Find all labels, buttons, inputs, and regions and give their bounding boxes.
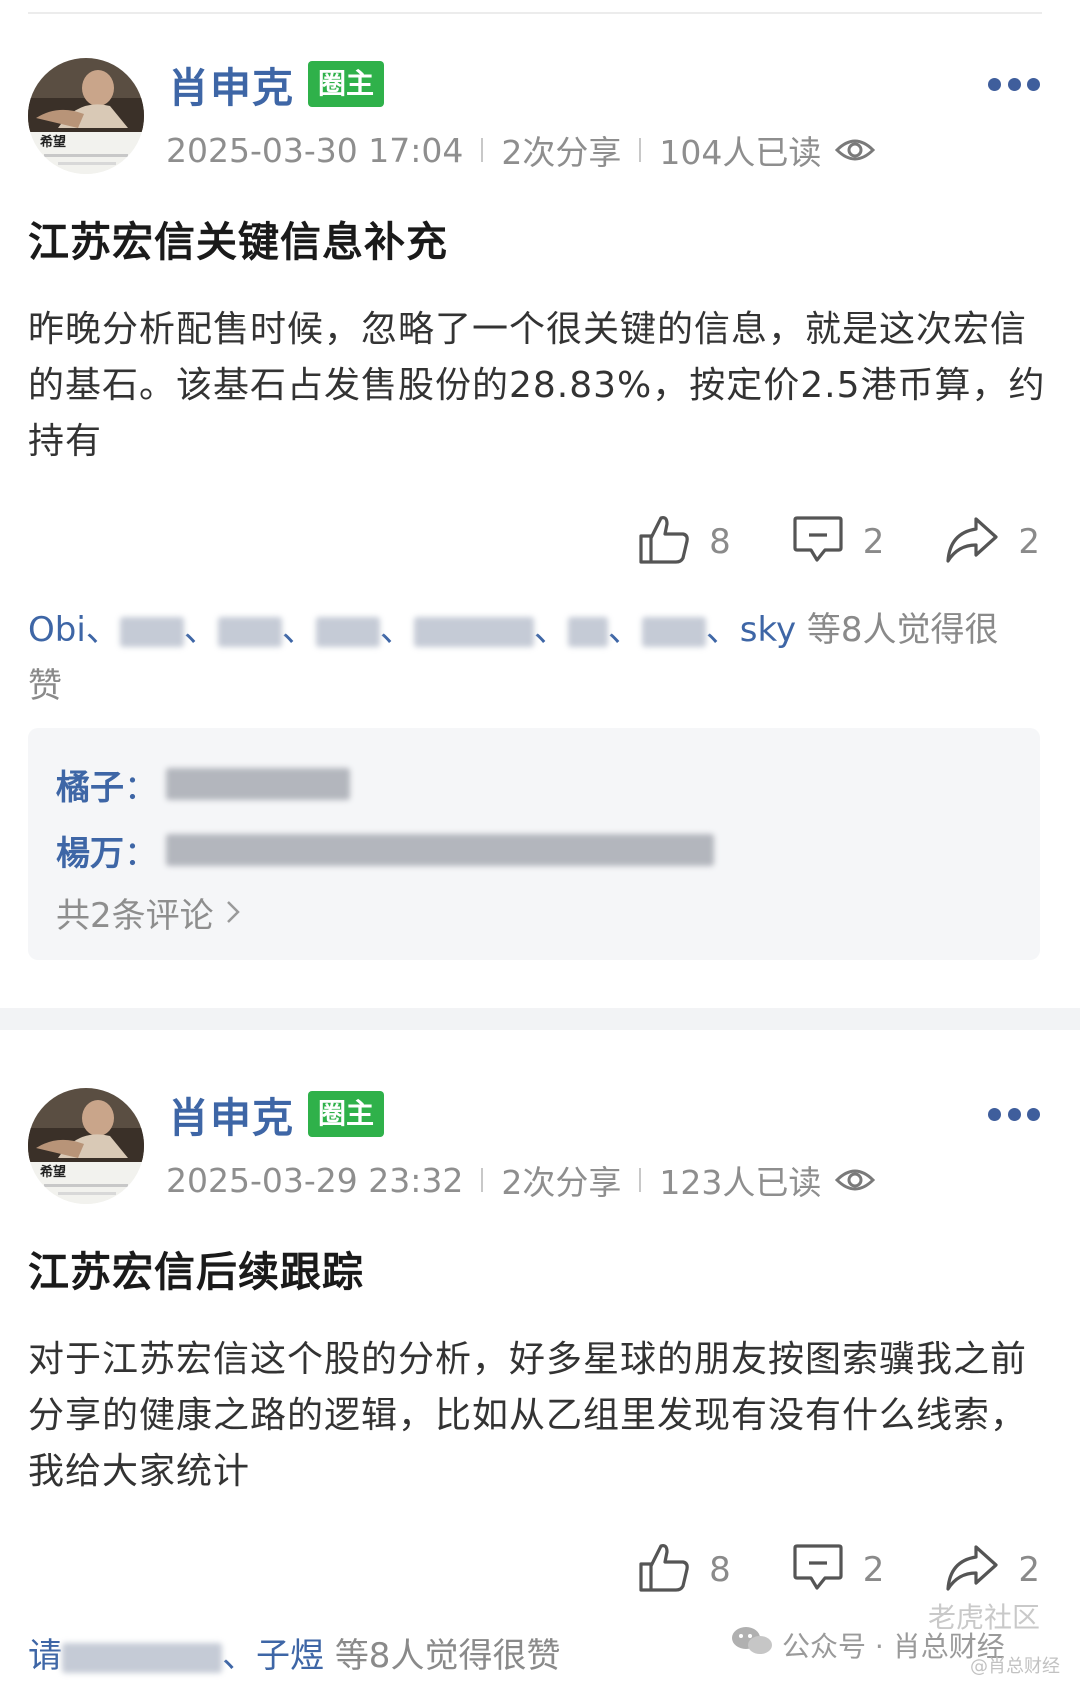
share-count-text: 2次分享: [501, 133, 622, 172]
avatar[interactable]: 希望: [28, 1088, 144, 1204]
post-title[interactable]: 江苏宏信关键信息补充: [28, 208, 448, 268]
like-count: 8: [709, 1550, 731, 1590]
share-arrow-icon: [944, 515, 1000, 569]
blurred-liker: [217, 616, 282, 647]
read-count-text: 123人已读: [659, 1163, 822, 1202]
blurred-liker: [62, 1642, 222, 1673]
more-dots-icon[interactable]: [988, 74, 1040, 94]
read-count-text: 104人已读: [659, 133, 822, 172]
comment-item[interactable]: 楊万 ：: [56, 824, 714, 876]
comment-preview[interactable]: 橘子 ： 楊万 ： 共2条评论: [28, 728, 1040, 960]
eye-icon: [835, 136, 876, 164]
like-button[interactable]: 8: [637, 1542, 731, 1598]
share-arrow-icon: [944, 1543, 1000, 1597]
blurred-comment: [166, 768, 350, 800]
svg-text:希望: 希望: [40, 134, 66, 150]
share-button[interactable]: 2: [944, 1543, 1040, 1597]
post-separator: [0, 1008, 1080, 1030]
blurred-liker: [315, 616, 380, 647]
comment-icon: [791, 1542, 845, 1598]
thumbs-up-icon: [637, 514, 691, 570]
view-all-comments-label: 共2条评论: [56, 896, 214, 936]
post-title[interactable]: 江苏宏信后续跟踪: [28, 1238, 364, 1298]
meta-separator: [639, 138, 642, 162]
comment-count: 2: [862, 1550, 885, 1590]
meta-separator: [639, 1168, 642, 1192]
owner-badge: 圈主: [308, 1091, 385, 1137]
comment-count: 2: [862, 522, 885, 562]
more-dots-icon[interactable]: [988, 1104, 1040, 1124]
blurred-liker: [119, 616, 184, 647]
comment-author[interactable]: 楊万: [56, 826, 124, 875]
likers-summary: 等8人觉得很赞: [334, 1636, 561, 1676]
share-button[interactable]: 2: [944, 515, 1040, 569]
post-date: 2025-03-29 23:32: [166, 1160, 464, 1200]
view-all-comments-link[interactable]: 共2条评论: [56, 888, 240, 937]
like-count: 8: [709, 522, 731, 562]
share-count: 2: [1018, 522, 1040, 562]
blurred-liker: [567, 616, 608, 647]
chevron-right-icon: [226, 893, 240, 933]
likers-line[interactable]: Obi、、、、、、、sky 等8人觉得很赞: [28, 602, 1028, 714]
comment-icon: [791, 514, 845, 570]
author-name[interactable]: 肖申克: [168, 54, 294, 114]
meta-separator: [481, 138, 484, 162]
eye-icon: [835, 1166, 876, 1194]
blurred-comment: [166, 834, 714, 866]
share-count-text: 2次分享: [501, 1163, 622, 1202]
comment-button[interactable]: 2: [791, 1542, 885, 1598]
thumbs-up-icon: [637, 1542, 691, 1598]
avatar[interactable]: 希望: [28, 58, 144, 174]
meta-separator: [481, 1168, 484, 1192]
post-actions: 8 2 2: [577, 514, 1040, 570]
liker-name[interactable]: 子煜: [256, 1636, 324, 1676]
comment-button[interactable]: 2: [791, 514, 885, 570]
liker-name[interactable]: sky: [740, 610, 796, 650]
comment-item[interactable]: 橘子 ：: [56, 758, 350, 810]
top-divider: [28, 12, 1042, 14]
post-meta: 2025-03-30 17:04 2次分享 104人已读: [166, 128, 876, 172]
post-date: 2025-03-30 17:04: [166, 130, 464, 170]
post-actions: 8 2 2: [577, 1542, 1040, 1598]
liker-name[interactable]: Obi: [28, 610, 86, 650]
post-body[interactable]: 昨晚分析配售时候，忽略了一个很关键的信息，就是这次宏信的基石。该基石占发售股份的…: [28, 302, 1048, 470]
post-body[interactable]: 对于江苏宏信这个股的分析，好多星球的朋友按图索骥我之前分享的健康之路的逻辑，比如…: [28, 1332, 1048, 1500]
blurred-liker: [413, 616, 534, 647]
svg-text:希望: 希望: [40, 1164, 66, 1180]
owner-badge: 圈主: [308, 61, 385, 107]
post-meta: 2025-03-29 23:32 2次分享 123人已读: [166, 1158, 876, 1202]
liker-name[interactable]: 请: [28, 1636, 62, 1676]
like-button[interactable]: 8: [637, 514, 731, 570]
blurred-liker: [641, 616, 706, 647]
watermark: 老虎社区 公众号 · 肖总财经 @肖总财经: [730, 1601, 1060, 1678]
author-name[interactable]: 肖申克: [168, 1084, 294, 1144]
wechat-icon: [730, 1624, 774, 1665]
comment-author[interactable]: 橘子: [56, 760, 124, 809]
share-count: 2: [1018, 1550, 1040, 1590]
watermark-handle: @肖总财经: [970, 1656, 1060, 1677]
